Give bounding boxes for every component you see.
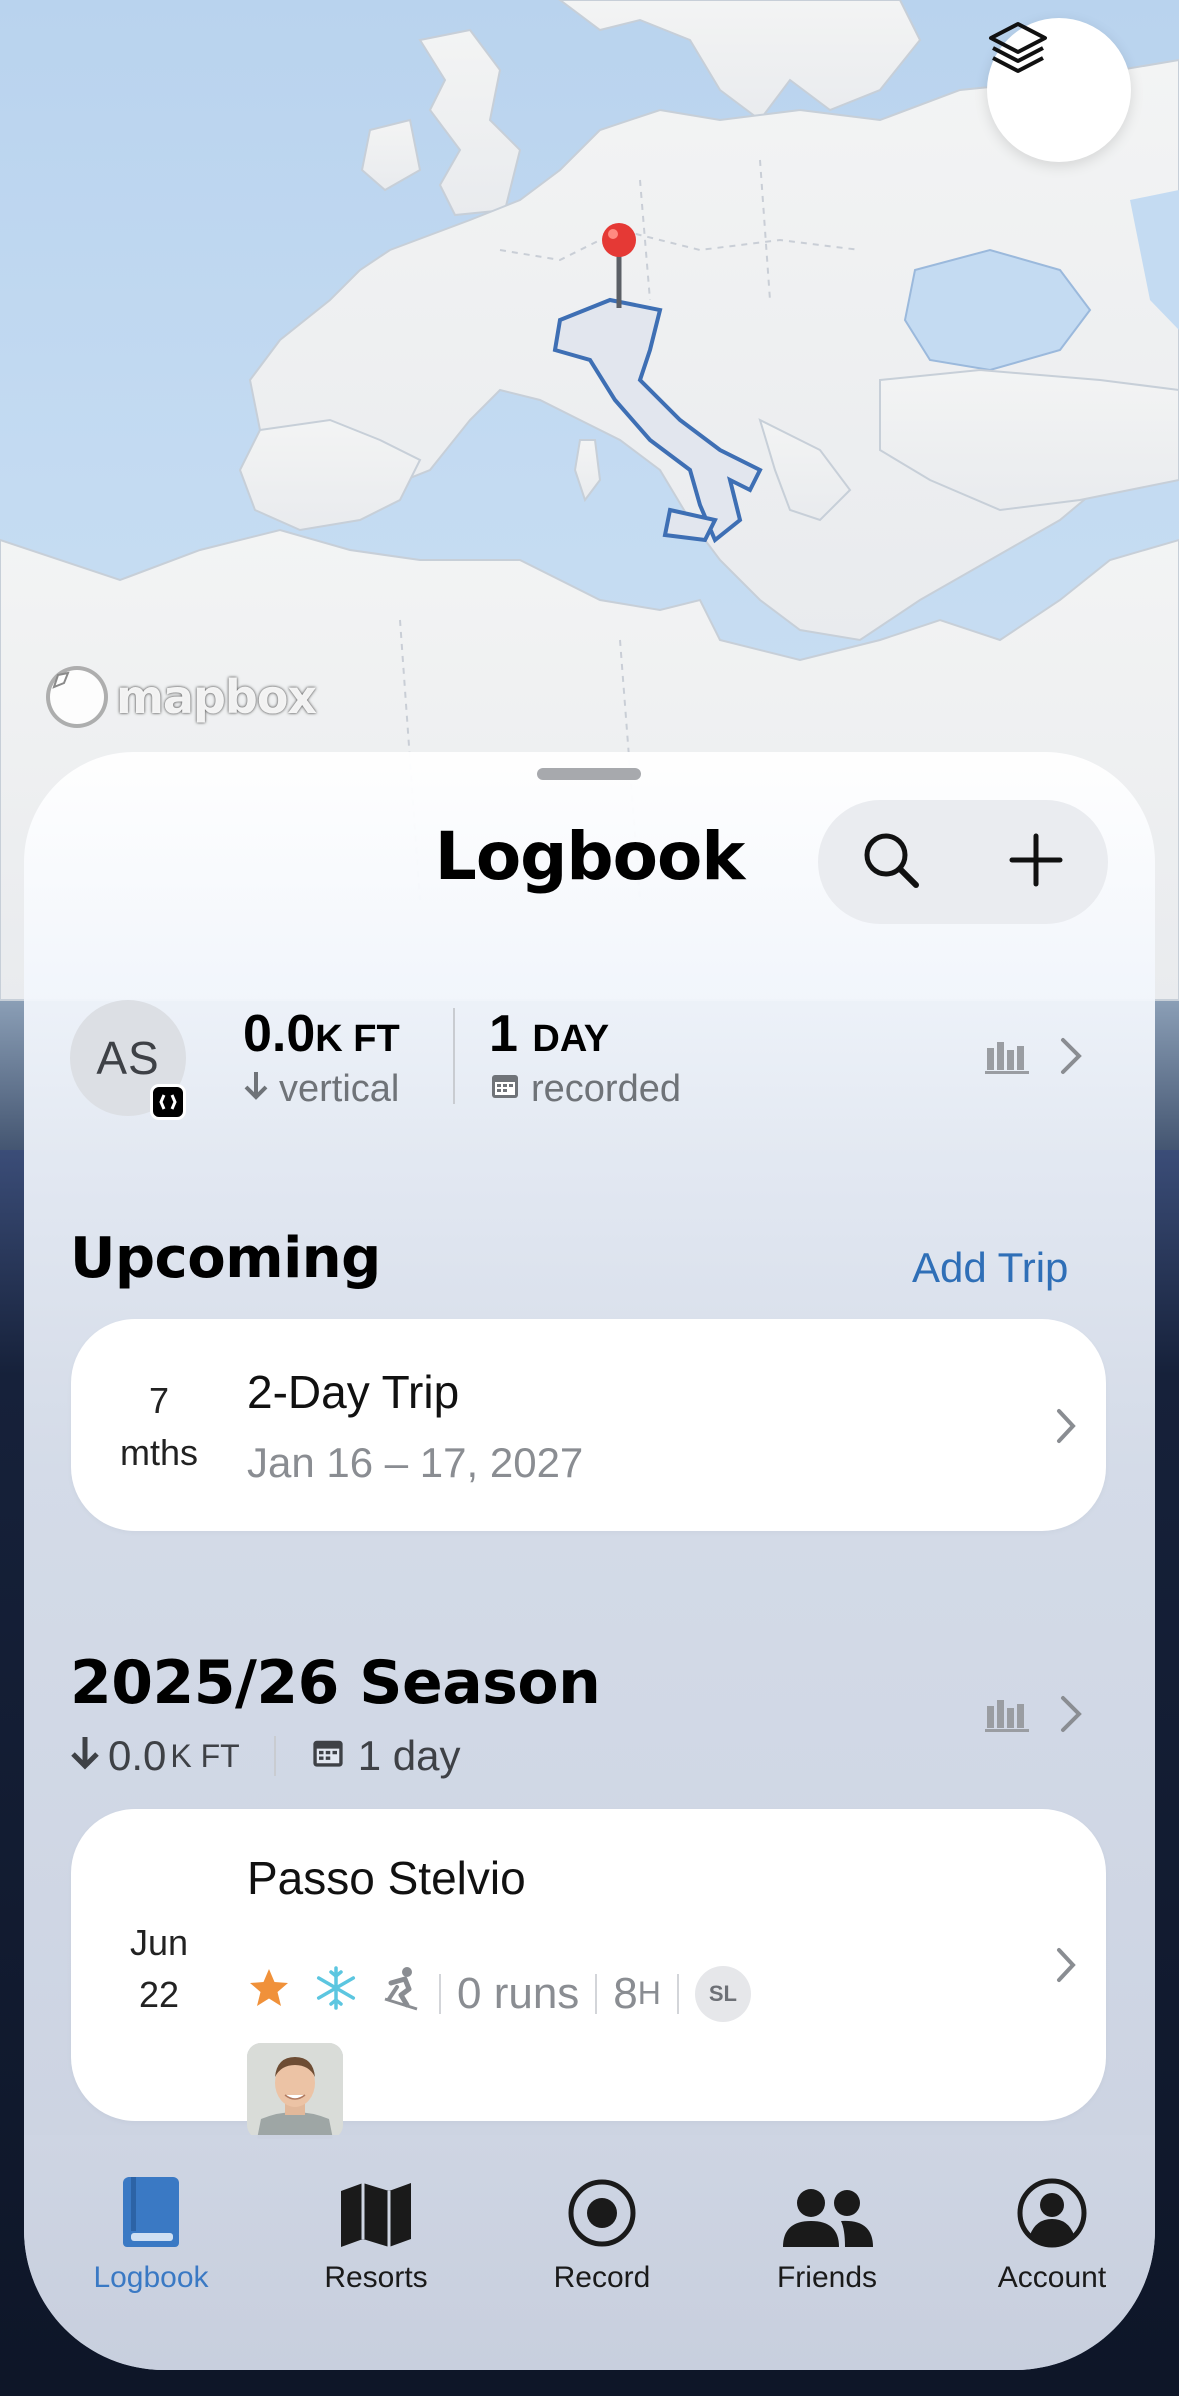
arrow-down-icon bbox=[243, 1068, 269, 1111]
season-divider bbox=[273, 1736, 276, 1776]
day-chevron-icon bbox=[1055, 1946, 1077, 1989]
add-trip-button[interactable]: Add Trip bbox=[912, 1244, 1068, 1292]
avatar-initials: AS bbox=[96, 1032, 160, 1084]
countdown-unit: mths bbox=[119, 1432, 198, 1473]
skier-icon bbox=[379, 1965, 423, 2022]
bar-chart-icon bbox=[985, 1042, 1029, 1078]
days-unit: DAY bbox=[532, 1018, 610, 1060]
tab-label: Resorts bbox=[324, 2261, 428, 2294]
trip-countdown: 7 mths bbox=[71, 1375, 247, 1479]
tab-label: Record bbox=[553, 2261, 651, 2294]
profile-stats-button[interactable] bbox=[985, 1038, 1029, 1079]
season-stats-button[interactable] bbox=[985, 1696, 1029, 1737]
vertical-caption: vertical bbox=[243, 1068, 399, 1111]
search-icon bbox=[859, 828, 923, 897]
hours-value: 8 bbox=[613, 1968, 638, 2018]
runs-count: 0 runs bbox=[457, 1968, 580, 2018]
sheet-grabber[interactable] bbox=[537, 768, 641, 780]
book-icon bbox=[38, 2145, 264, 2249]
calendar-icon bbox=[310, 1732, 346, 1780]
days-stat: 1 DAY bbox=[489, 1004, 609, 1064]
snowflake-icon bbox=[313, 1965, 359, 2022]
season-days: 1 day bbox=[357, 1732, 461, 1779]
day-month: Jun bbox=[129, 1922, 189, 1963]
stat-divider bbox=[453, 1008, 455, 1104]
bar-chart-icon bbox=[985, 1700, 1029, 1736]
star-icon bbox=[247, 1966, 291, 2021]
upcoming-heading: Upcoming bbox=[70, 1226, 381, 1291]
map-icon bbox=[263, 2145, 489, 2249]
tab-logbook[interactable]: Logbook bbox=[38, 2145, 264, 2325]
season-heading: 2025/26 Season bbox=[70, 1648, 601, 1718]
season-chevron-icon[interactable] bbox=[1059, 1694, 1083, 1739]
tab-label: Account bbox=[997, 2261, 1107, 2294]
tab-bar: Logbook Resorts Record Friends Account bbox=[24, 2135, 1155, 2370]
days-value: 1 bbox=[489, 1005, 518, 1063]
meta-divider bbox=[439, 1973, 441, 2014]
season-vertical-unit: K FT bbox=[170, 1737, 240, 1774]
vertical-unit: K FT bbox=[315, 1018, 400, 1060]
friends-icon bbox=[714, 2145, 940, 2249]
record-icon bbox=[489, 2145, 715, 2249]
meta-divider bbox=[595, 1973, 598, 2014]
mapbox-attribution[interactable]: mapbox bbox=[46, 665, 317, 729]
mapbox-logo-icon bbox=[46, 666, 108, 728]
vertical-stat: 0.0K FT bbox=[243, 1004, 400, 1064]
vertical-value: 0.0 bbox=[243, 1005, 316, 1063]
day-number: 22 bbox=[138, 1974, 180, 2015]
tab-resorts[interactable]: Resorts bbox=[263, 2145, 489, 2325]
hours-unit: H bbox=[637, 1975, 661, 2011]
trip-card[interactable]: 7 mths 2-Day Trip Jan 16 – 17, 2027 bbox=[71, 1319, 1106, 1531]
meta-divider bbox=[676, 1973, 679, 2014]
tab-label: Friends bbox=[776, 2261, 878, 2294]
season-vertical-value: 0.0 bbox=[108, 1732, 167, 1779]
trip-name: 2-Day Trip bbox=[247, 1366, 460, 1418]
season-stats: 0.0 K FT 1 day bbox=[70, 1732, 460, 1780]
day-date: Jun 22 bbox=[71, 1917, 247, 2021]
mapbox-wordmark: mapbox bbox=[116, 670, 317, 724]
trip-dates: Jan 16 – 17, 2027 bbox=[247, 1439, 584, 1486]
plus-icon bbox=[1008, 832, 1064, 893]
friend-photo[interactable] bbox=[247, 2043, 343, 2139]
calendar-icon bbox=[489, 1068, 521, 1111]
account-icon bbox=[939, 2145, 1155, 2249]
days-label: recorded bbox=[531, 1068, 681, 1110]
profile-chevron-icon[interactable] bbox=[1059, 1036, 1083, 1081]
tab-record[interactable]: Record bbox=[489, 2145, 715, 2325]
add-button[interactable] bbox=[963, 800, 1108, 924]
day-card[interactable]: Jun 22 Passo Stelvio 0 runs 8H SL bbox=[71, 1809, 1106, 2139]
trip-chevron-icon bbox=[1055, 1407, 1077, 1450]
search-button[interactable] bbox=[818, 800, 963, 924]
tab-label: Logbook bbox=[93, 2261, 209, 2294]
map-layers-button[interactable] bbox=[987, 18, 1131, 162]
vertical-label: vertical bbox=[279, 1068, 400, 1110]
header-actions bbox=[818, 800, 1108, 924]
sl-tag: SL bbox=[694, 1965, 751, 2022]
tab-account[interactable]: Account bbox=[939, 2145, 1155, 2325]
device-badge-icon bbox=[150, 1084, 186, 1120]
countdown-value: 7 bbox=[148, 1380, 170, 1421]
tab-friends[interactable]: Friends bbox=[714, 2145, 940, 2325]
day-meta: 0 runs 8H SL bbox=[247, 1965, 751, 2022]
arrow-down-icon bbox=[70, 1732, 100, 1780]
resort-name: Passo Stelvio bbox=[247, 1852, 526, 1904]
days-caption: recorded bbox=[489, 1068, 681, 1111]
logbook-sheet: Logbook AS 0.0K FT vertical 1 DAY record… bbox=[24, 752, 1155, 2370]
